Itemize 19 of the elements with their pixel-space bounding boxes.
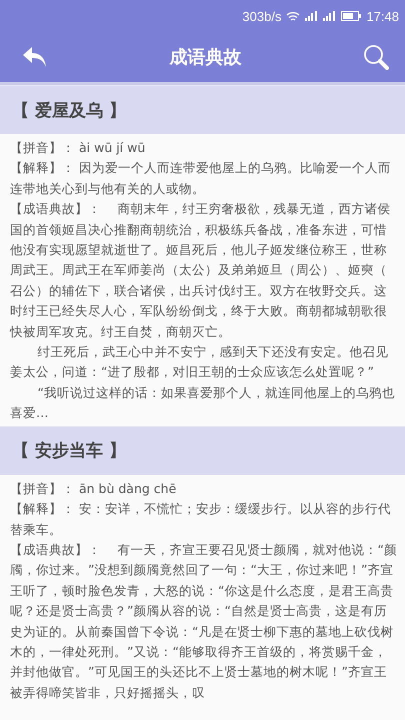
idiom-title[interactable]: 【 爱屋及乌 】 [12,98,126,122]
signal-icon [323,11,336,21]
meaning-text: 【解释】： 因为爱一个人而连带爱他屋上的乌鸦。比喻爱一个人而连带地关心到与他有关的人或物。 [10,159,392,198]
page-title: 成语典故 [170,46,242,69]
pinyin-text: 【拼音】： ān bù dàng chē [10,480,178,498]
network-speed: 303b/s [242,8,282,24]
story-text: 【成语典故】： 有一天，齐宣王要召见贤士颜斶，就对他说：“颜斶，你过来。”没想到颜斶竟然回了一句：“大王，你过来吧！”齐宣王听了，顿时脸色发青，大怒的说：“你这是什么态度，是君王高贵呢？还是贤士高贵？”颜斶从容的说：“自然是贤士高贵，这是有历史为证的。从前秦国曾下令说：“凡是在贤士柳下惠的墓地上砍伐树木的，一律处死刑。”又说：“能够取得齐王首级的，将赏赐千金，并封他做官。”可见国王的头还比不上贤士墓地的树木呢！”齐宣王被弄得啼笑皆非，只好摇摇头，叹 [10,540,397,702]
story-text: “我听说过这样的话：如果喜爱那个人，就连同他屋上的乌鸦也喜爱… [10,384,396,422]
signal-icon [305,11,318,21]
back-arrow-icon[interactable] [22,46,48,68]
story-text: 纣王死后，武王心中并不安宁，感到天下还没有安定。他召见姜太公，问道：“进了殷都，对旧王朝的士众应该怎么处置呢？” [10,343,390,382]
story-text: 【成语典故】： 商朝末年，纣王穷奢极欲，残暴无道，西方诸侯国的首领姬昌决心推翻商朝统治，积极练兵备战，准备东进，可惜他没有实现愿望就逝世了。姬昌死后，他儿子姬发继位称王，世称周武王。周武王在军师姜尚（太公）及弟弟姬旦（周公）、姬奭（召公）的辅佐下，联合诸侯，出兵讨伐纣王。双方在牧野交兵。这时纣王已经失尽人心，军队纷纷倒戈，终于大败。商朝都城朝歌很快被周军攻克。纣王自焚，商朝灭亡。 [10,200,392,341]
wifi-icon [286,10,300,22]
pinyin-text: 【拼音】： ài wū jí wū [10,139,146,157]
search-icon[interactable] [363,44,389,70]
battery-icon [341,11,362,21]
meaning-text: 【解释】： 安：安详，不慌忙；安步：缓缓步行。以从容的步行代替乘车。 [10,500,392,538]
clock-time: 17:48 [366,8,399,24]
idiom-title[interactable]: 【 安步当车 】 [12,439,126,462]
